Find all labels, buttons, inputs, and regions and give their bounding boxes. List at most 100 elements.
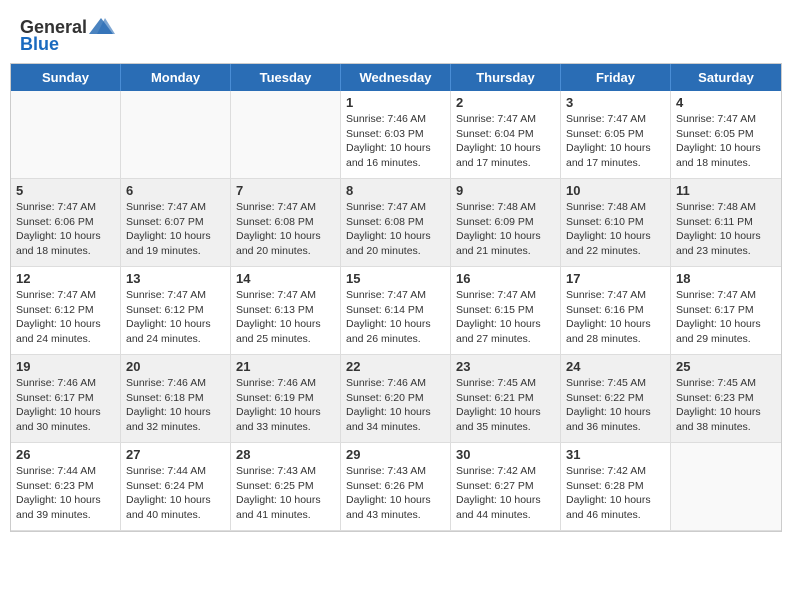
cell-date: 29 xyxy=(346,447,445,462)
cal-cell: 8 Sunrise: 7:47 AM Sunset: 6:08 PM Daylig… xyxy=(341,179,451,267)
cal-cell: 18Sunrise: 7:47 AM Sunset: 6:17 PM Dayli… xyxy=(671,267,781,355)
cal-cell: 27 Sunrise: 7:44 AM Sunset: 6:24 PM Dayli… xyxy=(121,443,231,531)
cell-date: 17 xyxy=(566,271,665,286)
cal-cell: 24 Sunrise: 7:45 AM Sunset: 6:22 PM Dayli… xyxy=(561,355,671,443)
cal-cell xyxy=(231,91,341,179)
cell-date: 20 xyxy=(126,359,225,374)
cell-info: Sunrise: 7:46 AM Sunset: 6:20 PM Dayligh… xyxy=(346,376,445,435)
cell-date: 14 xyxy=(236,271,335,286)
cell-info: Sunrise: 7:43 AM Sunset: 6:25 PM Dayligh… xyxy=(236,464,335,523)
cal-cell: 1 Sunrise: 7:46 AM Sunset: 6:03 PM Daylig… xyxy=(341,91,451,179)
cal-cell: 15 Sunrise: 7:47 AM Sunset: 6:14 PM Dayli… xyxy=(341,267,451,355)
cal-cell: 23 Sunrise: 7:45 AM Sunset: 6:21 PM Dayli… xyxy=(451,355,561,443)
cal-cell xyxy=(121,91,231,179)
cell-date: 25 xyxy=(676,359,776,374)
cell-date: 11 xyxy=(676,183,776,198)
cal-cell: 31Sunrise: 7:42 AM Sunset: 6:28 PM Dayli… xyxy=(561,443,671,531)
cell-date: 8 xyxy=(346,183,445,198)
cell-info: Sunrise: 7:48 AM Sunset: 6:11 PM Dayligh… xyxy=(676,200,776,259)
day-headers: SundayMondayTuesdayWednesdayThursdayFrid… xyxy=(11,64,781,91)
cell-info: Sunrise: 7:45 AM Sunset: 6:23 PM Dayligh… xyxy=(676,376,776,435)
logo-icon xyxy=(87,16,115,38)
cell-date: 13 xyxy=(126,271,225,286)
cal-cell: 21 Sunrise: 7:46 AM Sunset: 6:19 PM Dayli… xyxy=(231,355,341,443)
logo: General Blue xyxy=(20,16,115,55)
cell-info: Sunrise: 7:44 AM Sunset: 6:23 PM Dayligh… xyxy=(16,464,115,523)
cal-cell: 29 Sunrise: 7:43 AM Sunset: 6:26 PM Dayli… xyxy=(341,443,451,531)
cal-cell: 13 Sunrise: 7:47 AM Sunset: 6:12 PM Dayli… xyxy=(121,267,231,355)
cal-cell: 6 Sunrise: 7:47 AM Sunset: 6:07 PM Daylig… xyxy=(121,179,231,267)
page-container: General Blue SundayMondayTuesdayWednesda… xyxy=(0,0,792,532)
cell-info: Sunrise: 7:47 AM Sunset: 6:05 PM Dayligh… xyxy=(676,112,776,171)
cal-cell xyxy=(11,91,121,179)
cell-info: Sunrise: 7:45 AM Sunset: 6:22 PM Dayligh… xyxy=(566,376,665,435)
cal-cell: 4 Sunrise: 7:47 AM Sunset: 6:05 PM Daylig… xyxy=(671,91,781,179)
cell-date: 4 xyxy=(676,95,776,110)
logo-blue-text: Blue xyxy=(20,34,59,55)
cell-info: Sunrise: 7:47 AM Sunset: 6:06 PM Dayligh… xyxy=(16,200,115,259)
day-header-saturday: Saturday xyxy=(671,64,781,91)
cell-date: 7 xyxy=(236,183,335,198)
cal-cell: 2 Sunrise: 7:47 AM Sunset: 6:04 PM Daylig… xyxy=(451,91,561,179)
cal-cell xyxy=(671,443,781,531)
cell-date: 5 xyxy=(16,183,115,198)
cell-date: 18 xyxy=(676,271,776,286)
cell-info: Sunrise: 7:47 AM Sunset: 6:04 PM Dayligh… xyxy=(456,112,555,171)
cell-date: 30 xyxy=(456,447,555,462)
cell-date: 6 xyxy=(126,183,225,198)
cal-cell: 25 Sunrise: 7:45 AM Sunset: 6:23 PM Dayli… xyxy=(671,355,781,443)
cell-date: 9 xyxy=(456,183,555,198)
cell-date: 21 xyxy=(236,359,335,374)
cal-cell: 16Sunrise: 7:47 AM Sunset: 6:15 PM Dayli… xyxy=(451,267,561,355)
cell-date: 23 xyxy=(456,359,555,374)
cell-date: 15 xyxy=(346,271,445,286)
cell-info: Sunrise: 7:47 AM Sunset: 6:08 PM Dayligh… xyxy=(346,200,445,259)
cell-info: Sunrise: 7:47 AM Sunset: 6:13 PM Dayligh… xyxy=(236,288,335,347)
cell-info: Sunrise: 7:46 AM Sunset: 6:03 PM Dayligh… xyxy=(346,112,445,171)
cal-cell: 10Sunrise: 7:48 AM Sunset: 6:10 PM Dayli… xyxy=(561,179,671,267)
cell-date: 28 xyxy=(236,447,335,462)
cell-info: Sunrise: 7:48 AM Sunset: 6:09 PM Dayligh… xyxy=(456,200,555,259)
cal-cell: 9 Sunrise: 7:48 AM Sunset: 6:09 PM Daylig… xyxy=(451,179,561,267)
cell-info: Sunrise: 7:46 AM Sunset: 6:18 PM Dayligh… xyxy=(126,376,225,435)
cell-info: Sunrise: 7:47 AM Sunset: 6:12 PM Dayligh… xyxy=(16,288,115,347)
cell-date: 19 xyxy=(16,359,115,374)
cell-date: 1 xyxy=(346,95,445,110)
day-header-wednesday: Wednesday xyxy=(341,64,451,91)
cell-date: 12 xyxy=(16,271,115,286)
day-header-friday: Friday xyxy=(561,64,671,91)
cal-cell: 30Sunrise: 7:42 AM Sunset: 6:27 PM Dayli… xyxy=(451,443,561,531)
calendar-grid: 1 Sunrise: 7:46 AM Sunset: 6:03 PM Daylig… xyxy=(11,91,781,531)
cell-info: Sunrise: 7:47 AM Sunset: 6:07 PM Dayligh… xyxy=(126,200,225,259)
cell-info: Sunrise: 7:43 AM Sunset: 6:26 PM Dayligh… xyxy=(346,464,445,523)
cell-date: 24 xyxy=(566,359,665,374)
cell-date: 16 xyxy=(456,271,555,286)
cal-cell: 14 Sunrise: 7:47 AM Sunset: 6:13 PM Dayli… xyxy=(231,267,341,355)
cal-cell: 22 Sunrise: 7:46 AM Sunset: 6:20 PM Dayli… xyxy=(341,355,451,443)
day-header-thursday: Thursday xyxy=(451,64,561,91)
cell-info: Sunrise: 7:45 AM Sunset: 6:21 PM Dayligh… xyxy=(456,376,555,435)
cell-date: 2 xyxy=(456,95,555,110)
cell-date: 31 xyxy=(566,447,665,462)
cell-date: 3 xyxy=(566,95,665,110)
cal-cell: 11 Sunrise: 7:48 AM Sunset: 6:11 PM Dayli… xyxy=(671,179,781,267)
cell-info: Sunrise: 7:47 AM Sunset: 6:05 PM Dayligh… xyxy=(566,112,665,171)
cal-cell: 3 Sunrise: 7:47 AM Sunset: 6:05 PM Daylig… xyxy=(561,91,671,179)
cell-date: 27 xyxy=(126,447,225,462)
cal-cell: 19Sunrise: 7:46 AM Sunset: 6:17 PM Dayli… xyxy=(11,355,121,443)
cell-info: Sunrise: 7:46 AM Sunset: 6:19 PM Dayligh… xyxy=(236,376,335,435)
cell-info: Sunrise: 7:47 AM Sunset: 6:14 PM Dayligh… xyxy=(346,288,445,347)
cal-cell: 28 Sunrise: 7:43 AM Sunset: 6:25 PM Dayli… xyxy=(231,443,341,531)
calendar: SundayMondayTuesdayWednesdayThursdayFrid… xyxy=(10,63,782,532)
header: General Blue xyxy=(0,0,792,63)
cell-date: 10 xyxy=(566,183,665,198)
cell-info: Sunrise: 7:44 AM Sunset: 6:24 PM Dayligh… xyxy=(126,464,225,523)
day-header-sunday: Sunday xyxy=(11,64,121,91)
cal-cell: 12 Sunrise: 7:47 AM Sunset: 6:12 PM Dayli… xyxy=(11,267,121,355)
cell-date: 22 xyxy=(346,359,445,374)
day-header-monday: Monday xyxy=(121,64,231,91)
cell-info: Sunrise: 7:47 AM Sunset: 6:08 PM Dayligh… xyxy=(236,200,335,259)
cal-cell: 26Sunrise: 7:44 AM Sunset: 6:23 PM Dayli… xyxy=(11,443,121,531)
cell-info: Sunrise: 7:47 AM Sunset: 6:12 PM Dayligh… xyxy=(126,288,225,347)
cal-cell: 5 Sunrise: 7:47 AM Sunset: 6:06 PM Daylig… xyxy=(11,179,121,267)
